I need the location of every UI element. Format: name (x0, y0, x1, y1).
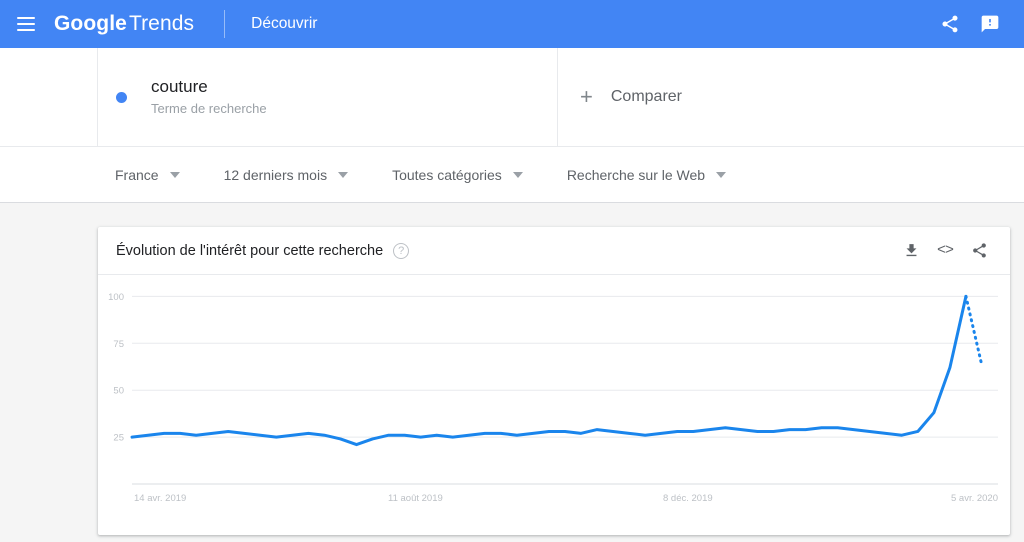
y-axis-tick-label: 100 (108, 292, 124, 303)
series-color-dot (116, 91, 127, 103)
hamburger-menu-icon[interactable] (6, 4, 46, 44)
x-axis-tick-label: 11 août 2019 (388, 493, 443, 504)
filter-time-range-label: 12 derniers mois (223, 166, 328, 183)
interest-over-time-chart[interactable]: 25 50 75 100 14 avr. 2019 11 août 2019 8 déc.… (98, 275, 1010, 535)
filter-category-label: Toutes catégories (392, 166, 502, 183)
chart-x-axis-labels: 14 avr. 2019 11 août 2019 8 déc. 2019 5 avr… (134, 493, 998, 504)
plus-icon: + (580, 84, 593, 109)
y-axis-tick-label: 75 (113, 339, 124, 350)
chart-gridlines (132, 295, 998, 438)
brand-google: Google (54, 12, 127, 35)
x-axis-tick-label: 14 avr. 2019 (134, 493, 186, 504)
hamburger-bar (17, 29, 35, 31)
google-trends-logo[interactable]: GoogleTrends (54, 12, 194, 36)
nav-discover[interactable]: Découvrir (251, 15, 317, 33)
content-area: Évolution de l'intérêt pour cette recher… (0, 203, 1024, 541)
compare-label: Comparer (610, 88, 682, 105)
share-chart-button[interactable] (964, 236, 994, 266)
chevron-down-icon (716, 171, 727, 178)
app-header: GoogleTrends Découvrir (0, 0, 1024, 48)
search-term-row: couture Terme de recherche + Comparer (0, 48, 1024, 147)
brand-trends: Trends (128, 12, 195, 35)
embed-code-button[interactable]: <> (930, 236, 960, 266)
header-divider (224, 10, 226, 38)
interest-over-time-card: Évolution de l'intérêt pour cette recher… (98, 227, 1010, 535)
hamburger-bar (17, 23, 35, 25)
download-csv-button[interactable] (896, 236, 926, 266)
y-axis-tick-label: 50 (113, 386, 124, 397)
chart-trend-line (130, 294, 968, 447)
chart-title: Évolution de l'intérêt pour cette recher… (116, 242, 384, 259)
embed-code-icon: <> (936, 242, 954, 259)
add-comparison-button[interactable]: + Comparer (558, 48, 1024, 146)
help-circle-icon[interactable]: ? (393, 242, 410, 259)
search-term-text: couture Terme de recherche (151, 76, 267, 119)
filter-category[interactable]: Toutes catégories (392, 167, 523, 183)
x-axis-tick-label: 8 déc. 2019 (663, 493, 713, 504)
chart-y-axis-labels: 25 50 75 100 (108, 292, 124, 444)
chevron-down-icon (512, 171, 523, 178)
hamburger-bar (17, 17, 35, 19)
chart-partial-data-line (964, 294, 984, 368)
filter-location-label: France (115, 166, 159, 183)
search-term-card[interactable]: couture Terme de recherche (98, 48, 558, 146)
filter-bar: France 12 derniers mois Toutes catégorie… (0, 147, 1024, 203)
feedback-icon[interactable] (970, 4, 1010, 44)
search-term-subtitle: Terme de recherche (151, 100, 267, 116)
chevron-down-icon (338, 171, 349, 178)
share-icon[interactable] (930, 4, 970, 44)
filter-location[interactable]: France (115, 167, 180, 183)
y-axis-tick-label: 25 (113, 433, 124, 444)
search-term-title: couture (151, 76, 208, 96)
filter-time-range[interactable]: 12 derniers mois (224, 167, 349, 183)
filter-search-type-label: Recherche sur le Web (566, 166, 706, 183)
filter-search-type[interactable]: Recherche sur le Web (566, 166, 727, 183)
chart-plot-area[interactable]: 25 50 75 100 14 avr. 2019 11 août 2019 8 déc.… (98, 275, 1010, 535)
chart-card-header: Évolution de l'intérêt pour cette recher… (98, 227, 1010, 275)
x-axis-tick-label: 5 avr. 2020 (951, 493, 998, 504)
left-gutter (0, 48, 98, 146)
chevron-down-icon (169, 171, 180, 178)
